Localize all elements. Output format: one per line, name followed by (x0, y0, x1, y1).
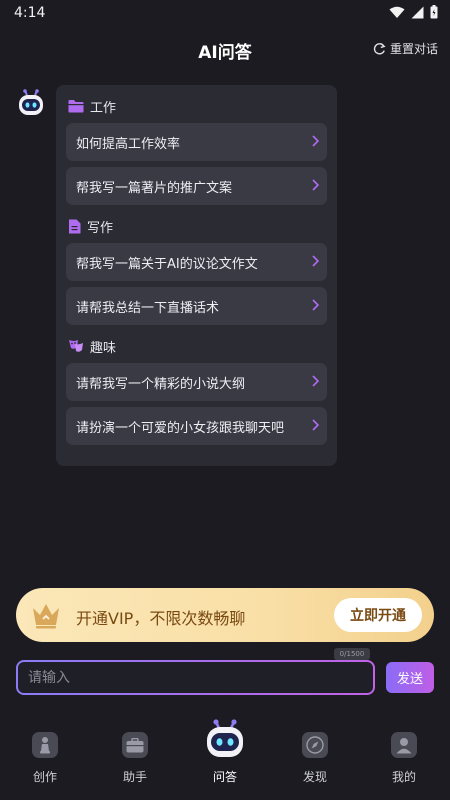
character-counter: 0/1500 (334, 648, 370, 660)
status-bar: 4:14 (0, 0, 450, 26)
robot-avatar-icon (16, 88, 46, 118)
document-icon (68, 219, 81, 234)
suggestion-label: 请扮演一个可爱的小女孩跟我聊天吧 (76, 420, 285, 436)
battery-icon (430, 5, 438, 19)
suggestion-label: 请帮我写一个精彩的小说大纲 (76, 376, 246, 392)
nav-item-discover[interactable]: 发现 (285, 732, 345, 785)
send-button[interactable]: 发送 (386, 662, 434, 693)
suggestion-item[interactable]: 请帮我总结一下直播话术 (66, 287, 327, 325)
nav-label: 创作 (32, 770, 57, 784)
reset-label: 重置对话 (389, 42, 438, 56)
folder-icon (68, 99, 84, 113)
section-label: 写作 (87, 220, 114, 236)
nav-item-assistant[interactable]: 助手 (105, 732, 165, 785)
chess-piece-icon (32, 732, 58, 758)
nav-item-profile[interactable]: 我的 (374, 732, 434, 785)
chevron-right-icon (312, 135, 320, 151)
theater-mask-icon (68, 339, 84, 354)
bottom-nav: 创作 助手 问答 发现 我的 (0, 718, 450, 800)
status-icons (389, 5, 438, 19)
nav-label: 问答 (212, 770, 237, 784)
nav-label: 助手 (122, 770, 147, 784)
suggestion-label: 如何提高工作效率 (76, 136, 181, 152)
chevron-right-icon (312, 299, 320, 315)
user-icon (391, 732, 417, 758)
suggestion-label: 请帮我总结一下直播话术 (76, 300, 220, 316)
wifi-icon (389, 6, 405, 19)
section-label: 工作 (90, 100, 117, 116)
chevron-right-icon (312, 419, 320, 435)
section-title-writing: 写作 (68, 215, 327, 237)
nav-label: 发现 (302, 770, 327, 784)
suggestion-card: 工作 如何提高工作效率 帮我写一篇著片的推广文案 写作 帮我写一篇关于AI的议论… (56, 85, 337, 466)
message-input-wrapper (16, 660, 375, 695)
nav-label: 我的 (391, 770, 416, 784)
suggestion-item[interactable]: 如何提高工作效率 (66, 123, 327, 161)
header: AI问答 重置对话 (0, 30, 450, 70)
chevron-right-icon (312, 375, 320, 391)
crown-icon (30, 600, 62, 634)
suggestion-label: 帮我写一篇关于AI的议论文作文 (76, 256, 258, 272)
briefcase-icon (122, 732, 148, 758)
app-screen: 4:14 AI问答 重置对话 工作 如何提高工作效率 帮我写一篇著片的推广文案 … (0, 0, 450, 800)
vip-promo-text: 开通VIP，不限次数畅聊 (76, 609, 246, 628)
section-label: 趣味 (90, 340, 117, 356)
robot-icon (203, 718, 247, 760)
nav-item-create[interactable]: 创作 (15, 732, 75, 785)
vip-banner[interactable]: 开通VIP，不限次数畅聊 立即开通 (16, 588, 434, 642)
compass-icon (302, 732, 328, 758)
signal-icon (411, 6, 424, 19)
reset-conversation-button[interactable]: 重置对话 (373, 40, 438, 57)
open-vip-button[interactable]: 立即开通 (334, 598, 422, 632)
chevron-right-icon (312, 255, 320, 271)
chevron-right-icon (312, 179, 320, 195)
refresh-icon (373, 42, 386, 55)
section-title-fun: 趣味 (68, 335, 327, 357)
suggestion-item[interactable]: 帮我写一篇关于AI的议论文作文 (66, 243, 327, 281)
nav-item-qa[interactable]: 问答 (195, 718, 255, 785)
suggestion-item[interactable]: 请帮我写一个精彩的小说大纲 (66, 363, 327, 401)
suggestion-item[interactable]: 请扮演一个可爱的小女孩跟我聊天吧 (66, 407, 327, 445)
status-time: 4:14 (14, 5, 46, 21)
message-input[interactable] (18, 662, 373, 693)
suggestion-label: 帮我写一篇著片的推广文案 (76, 180, 233, 196)
suggestion-item[interactable]: 帮我写一篇著片的推广文案 (66, 167, 327, 205)
section-title-work: 工作 (68, 95, 327, 117)
